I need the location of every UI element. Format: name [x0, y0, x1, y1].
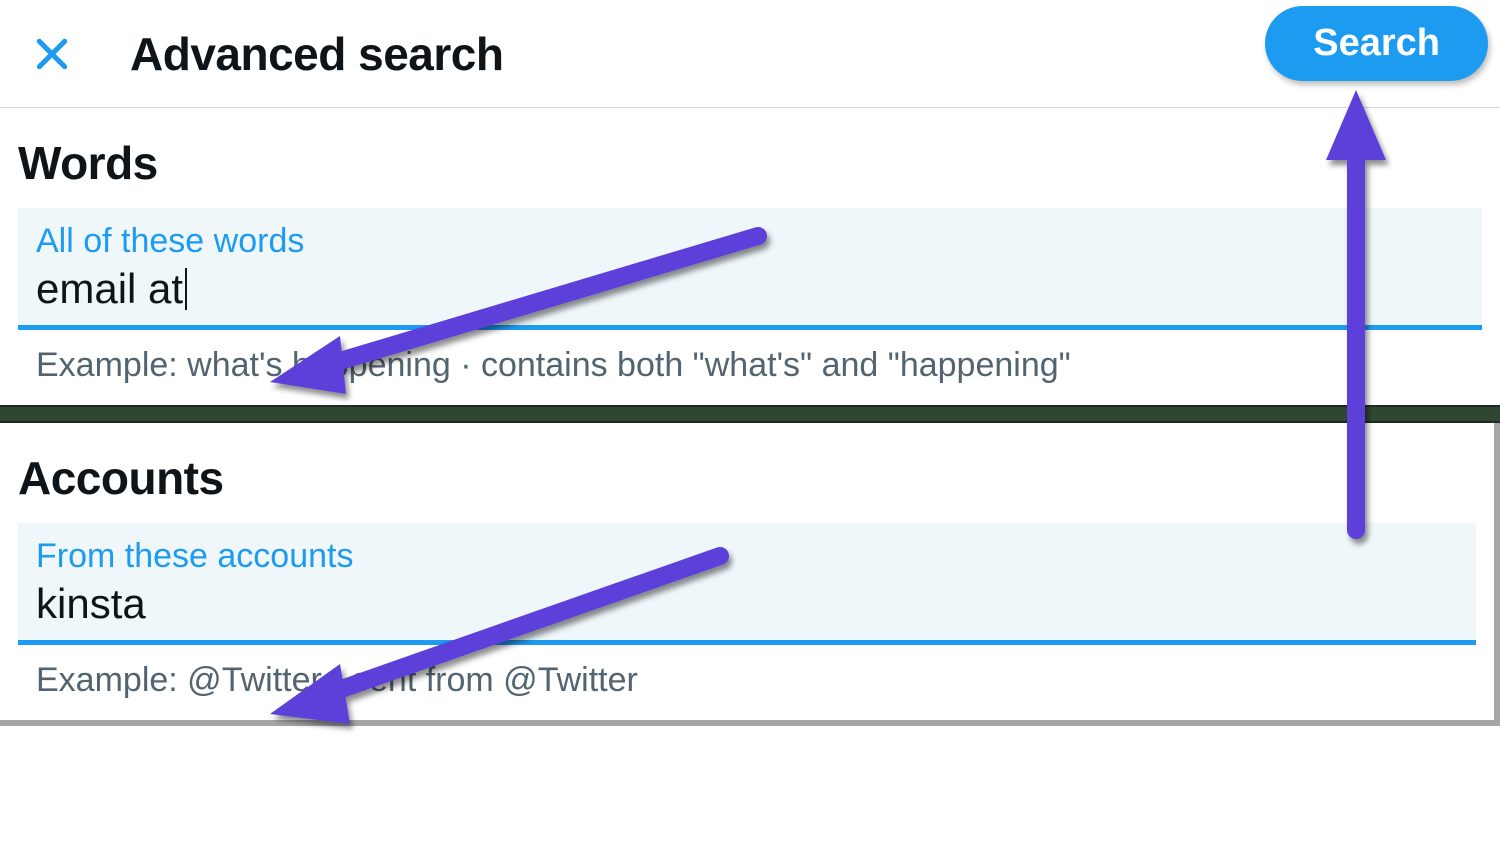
words-section: Words All of these words email at Exampl… — [0, 108, 1500, 405]
accounts-heading: Accounts — [0, 423, 1494, 523]
accounts-section: Accounts From these accounts Example: @T… — [0, 423, 1500, 726]
from-accounts-label: From these accounts — [36, 537, 1458, 576]
from-accounts-input[interactable] — [36, 578, 1458, 630]
from-accounts-example: Example: @Twitter · sent from @Twitter — [0, 645, 1494, 720]
from-accounts-field[interactable]: From these accounts — [18, 523, 1476, 645]
text-caret-icon — [185, 268, 187, 310]
header-bar: Advanced search Search — [0, 0, 1500, 108]
words-heading: Words — [0, 108, 1500, 208]
divider-strip — [0, 405, 1500, 423]
all-words-label: All of these words — [36, 222, 1464, 261]
search-button[interactable]: Search — [1265, 6, 1488, 81]
all-words-example: Example: what's happening · contains bot… — [0, 330, 1500, 405]
close-button[interactable] — [30, 32, 74, 76]
close-icon — [33, 35, 71, 73]
page-title: Advanced search — [130, 27, 503, 81]
all-words-input-text[interactable]: email at — [36, 263, 183, 315]
all-words-field[interactable]: All of these words email at — [18, 208, 1482, 330]
